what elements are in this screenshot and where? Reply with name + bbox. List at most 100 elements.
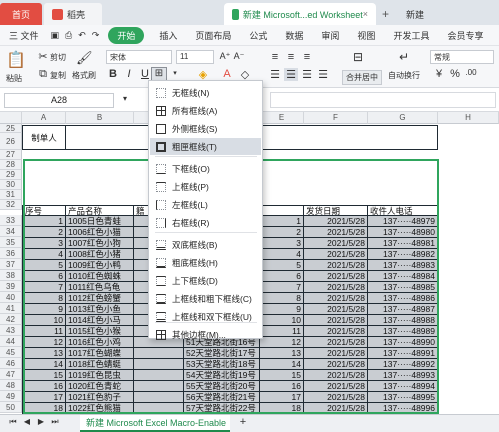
row-header[interactable]: 33 <box>0 215 22 226</box>
cell-phone[interactable]: 137·····48995 <box>368 392 438 403</box>
maker-label-cell[interactable]: 制单人 <box>22 125 66 150</box>
cell-serial[interactable]: 10 <box>22 315 66 326</box>
cell-count[interactable]: 4 <box>260 249 304 260</box>
cell-product[interactable]: 1012红色螃蟹 <box>66 293 134 304</box>
tab-insert[interactable]: 插入 <box>150 29 186 42</box>
cell-c[interactable] <box>134 348 184 359</box>
merge-center-label[interactable]: 合并居中 <box>342 70 382 85</box>
align-right-icon[interactable]: ☰ <box>300 68 314 81</box>
tab-page-layout[interactable]: 页面布局 <box>186 29 240 42</box>
select-all-corner[interactable] <box>0 112 22 124</box>
tab-data[interactable]: 数据 <box>276 29 312 42</box>
cell-address[interactable]: 56天堂路北街21号 <box>184 392 260 403</box>
cell-count[interactable]: 15 <box>260 370 304 381</box>
border-menu-item[interactable]: 外侧框线(S) <box>150 120 261 137</box>
cell-ship-date[interactable]: 2021/5/28 <box>304 348 368 359</box>
cell-product[interactable]: 1007红色小狗 <box>66 238 134 249</box>
row-header[interactable]: 42 <box>0 314 22 325</box>
border-menu-item[interactable]: 上下框线(D) <box>150 272 261 289</box>
cell-ship-date[interactable]: 2021/5/28 <box>304 293 368 304</box>
cell-serial[interactable]: 8 <box>22 293 66 304</box>
row-header-31[interactable]: 31 <box>0 190 22 200</box>
cell-ship-date[interactable]: 2021/5/28 <box>304 304 368 315</box>
cell-count[interactable]: 12 <box>260 337 304 348</box>
increase-font-icon[interactable]: A⁺ <box>218 51 232 62</box>
tab-home[interactable]: 首页 <box>0 3 42 25</box>
cell-phone[interactable]: 137·····48979 <box>368 216 438 227</box>
border-menu-item[interactable]: 下框线(O) <box>150 160 261 177</box>
underline-button[interactable]: U <box>138 68 152 80</box>
cell-serial[interactable]: 17 <box>22 392 66 403</box>
border-menu-item[interactable]: 所有框线(A) <box>150 102 261 119</box>
first-sheet-icon[interactable]: ⏮ <box>6 417 20 427</box>
name-box-chevron-icon[interactable]: ▾ <box>118 94 132 103</box>
header-cell-ship-date[interactable]: 发货日期 <box>304 205 368 216</box>
number-format-select[interactable]: 常规 <box>430 50 494 64</box>
cell-address[interactable]: 54天堂路北街19号 <box>184 370 260 381</box>
row-header[interactable]: 34 <box>0 226 22 237</box>
cell-ship-date[interactable]: 2021/5/28 <box>304 216 368 227</box>
font-size-select[interactable]: 11 <box>176 50 214 64</box>
cell-ship-date[interactable]: 2021/5/28 <box>304 337 368 348</box>
cell-c[interactable] <box>134 392 184 403</box>
border-menu-item[interactable]: 左框线(L) <box>150 196 261 213</box>
header-cell-serial[interactable]: 序号 <box>22 205 66 216</box>
tab-developer[interactable]: 开发工具 <box>384 29 438 42</box>
sheet-tab[interactable]: 新建 Microsoft Excel Macro-Enable <box>80 415 230 432</box>
header-cell-phone[interactable]: 收件人电话 <box>368 205 438 216</box>
cell-phone[interactable]: 137·····48985 <box>368 282 438 293</box>
cut-icon[interactable]: ✂ <box>36 50 50 63</box>
cell-serial[interactable]: 2 <box>22 227 66 238</box>
tab-new[interactable]: 新建 <box>398 3 458 25</box>
cell-product[interactable]: 1013红色小鱼 <box>66 304 134 315</box>
row-header-32[interactable]: 32 <box>0 200 22 210</box>
cell-product[interactable]: 1018红色蜻蜓 <box>66 359 134 370</box>
cell-ship-date[interactable]: 2021/5/28 <box>304 403 368 414</box>
tab-daoke[interactable]: 稻壳 <box>44 3 102 25</box>
cell-serial[interactable]: 7 <box>22 282 66 293</box>
row-header[interactable]: 40 <box>0 292 22 303</box>
cell-address[interactable]: 52天堂路北街17号 <box>184 348 260 359</box>
cell-phone[interactable]: 137·····48989 <box>368 326 438 337</box>
cell-serial[interactable]: 13 <box>22 348 66 359</box>
cell-phone[interactable]: 137·····48984 <box>368 271 438 282</box>
cell-count[interactable]: 5 <box>260 260 304 271</box>
formula-input[interactable] <box>270 92 496 108</box>
border-menu-item[interactable]: 上框线和粗下框线(C) <box>150 290 261 307</box>
row-header-27[interactable]: 27 <box>0 150 22 160</box>
auto-wrap-label[interactable]: 自动换行 <box>388 70 420 81</box>
cell-ship-date[interactable]: 2021/5/28 <box>304 249 368 260</box>
cell-serial[interactable]: 11 <box>22 326 66 337</box>
cell-product[interactable]: 1005日色青蛙 <box>66 216 134 227</box>
cell-address[interactable]: 55天堂路北街20号 <box>184 381 260 392</box>
cut-label[interactable]: 剪切 <box>50 52 66 63</box>
cell-count[interactable]: 3 <box>260 238 304 249</box>
next-sheet-icon[interactable]: ▶ <box>34 417 48 426</box>
cell-product[interactable]: 1015红色小猴 <box>66 326 134 337</box>
redo-icon[interactable]: ↷ <box>92 30 100 41</box>
row-header[interactable]: 36 <box>0 248 22 259</box>
row-header[interactable]: 35 <box>0 237 22 248</box>
tab-start[interactable]: 开始 <box>108 26 145 44</box>
cell-phone[interactable]: 137·····48988 <box>368 315 438 326</box>
cell-product[interactable]: 1010红色蜘蛛 <box>66 271 134 282</box>
close-tab-icon[interactable]: × <box>363 9 368 19</box>
currency-icon[interactable]: ¥ <box>432 68 446 80</box>
cell-ship-date[interactable]: 2021/5/28 <box>304 392 368 403</box>
cell-serial[interactable]: 6 <box>22 271 66 282</box>
cell-serial[interactable]: 16 <box>22 381 66 392</box>
decimal-icon[interactable]: .00 <box>464 68 478 77</box>
add-sheet-button[interactable]: + <box>236 416 250 428</box>
row-header[interactable]: 50 <box>0 402 22 413</box>
row-header[interactable]: 41 <box>0 303 22 314</box>
paste-label[interactable]: 粘贴 <box>6 73 22 84</box>
cell-phone[interactable]: 137·····48990 <box>368 337 438 348</box>
cell-count[interactable]: 10 <box>260 315 304 326</box>
cell-count[interactable]: 8 <box>260 293 304 304</box>
tab-formulas[interactable]: 公式 <box>240 29 276 42</box>
cell-product[interactable]: 1021红色豹子 <box>66 392 134 403</box>
row-header[interactable]: 48 <box>0 380 22 391</box>
row-header-30[interactable]: 30 <box>0 180 22 190</box>
cell-phone[interactable]: 137·····48981 <box>368 238 438 249</box>
cell-count[interactable]: 1 <box>260 216 304 227</box>
